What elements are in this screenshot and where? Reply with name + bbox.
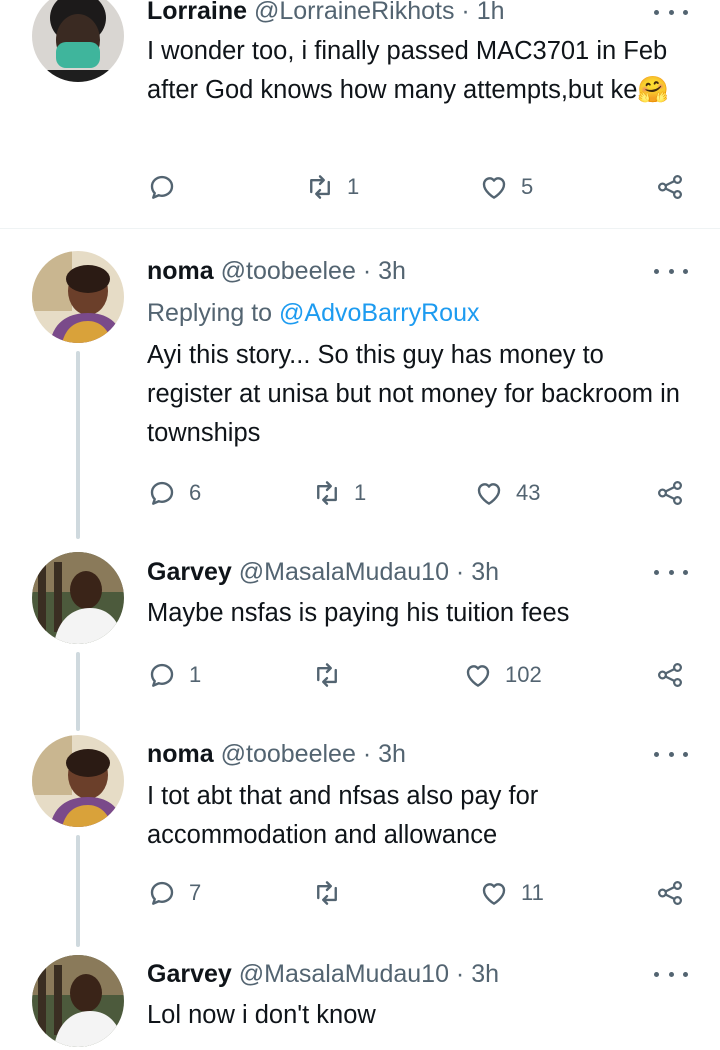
reply-button[interactable] (147, 170, 189, 204)
tweet-text: I tot abt that and nfsas also pay for ac… (147, 782, 539, 849)
reply-button[interactable]: 7 (147, 876, 201, 910)
timestamp[interactable]: 3h (471, 558, 499, 586)
share-button[interactable] (655, 476, 685, 510)
like-button[interactable]: 102 (463, 658, 542, 692)
tweet[interactable]: noma @toobeelee · 3h I tot abt that and … (0, 731, 720, 953)
like-button[interactable]: 11 (479, 876, 544, 910)
separator-dot: · (461, 0, 470, 25)
share-icon (657, 174, 683, 200)
timestamp[interactable]: 3h (471, 960, 499, 988)
tweet[interactable]: noma @toobeelee · 3h Replying to @AdvoBa… (0, 229, 720, 541)
user-handle[interactable]: @toobeelee (221, 740, 356, 768)
avatar[interactable] (32, 955, 124, 1047)
replying-to: Replying to @AdvoBarryRoux (147, 298, 479, 328)
user-handle[interactable]: @MasalaMudau10 (239, 960, 449, 988)
tweet-text: I wonder too, i finally passed MAC3701 i… (147, 37, 670, 104)
reply-icon (150, 481, 174, 505)
heart-icon (482, 177, 506, 199)
display-name[interactable]: noma (147, 740, 214, 768)
user-handle[interactable]: @LorraineRikhots (254, 0, 454, 25)
tweet-actions: 6 1 43 (147, 476, 692, 510)
reply-button[interactable]: 6 (147, 476, 201, 510)
display-name[interactable]: noma (147, 257, 214, 285)
more-options-icon[interactable] (654, 562, 688, 582)
retweet-button[interactable] (312, 658, 342, 692)
tweet-header: Garvey @MasalaMudau10 · 3h (147, 557, 499, 587)
like-count: 5 (521, 174, 534, 199)
timestamp[interactable]: 3h (378, 257, 406, 285)
retweet-button[interactable]: 1 (305, 170, 359, 204)
replying-to-label: Replying to (147, 299, 273, 327)
separator-dot: · (455, 558, 465, 586)
share-icon (657, 880, 683, 906)
tweet[interactable]: Lorraine @LorraineRikhots · 1h I wonder … (0, 0, 720, 228)
retweet-icon (317, 881, 337, 905)
avatar[interactable] (32, 552, 124, 644)
tweet-text: Ayi this story... So this guy has money … (147, 341, 680, 447)
share-button[interactable] (655, 170, 685, 204)
display-name[interactable]: Lorraine (147, 0, 247, 25)
share-icon (657, 662, 683, 688)
heart-icon (466, 665, 490, 687)
reply-count: 7 (189, 880, 202, 905)
separator-dot: · (362, 257, 372, 285)
tweet-actions: 1 5 (147, 170, 692, 204)
heart-icon (477, 483, 501, 505)
retweet-count: 1 (354, 480, 367, 505)
heart-icon (482, 883, 506, 905)
user-handle[interactable]: @MasalaMudau10 (239, 558, 449, 586)
retweet-icon (310, 175, 330, 199)
reply-button[interactable]: 1 (147, 658, 201, 692)
display-name[interactable]: Garvey (147, 960, 232, 988)
thread-line (76, 835, 80, 947)
tweet-header: Lorraine @LorraineRikhots · 1h (147, 0, 505, 26)
reply-count: 6 (189, 480, 202, 505)
timestamp[interactable]: 3h (378, 740, 406, 768)
share-icon (657, 480, 683, 506)
tweet-text: Lol now i don't know (147, 1001, 376, 1029)
tweet-header: noma @toobeelee · 3h (147, 256, 406, 286)
like-count: 102 (505, 662, 542, 687)
separator-dot: · (362, 740, 372, 768)
display-name[interactable]: Garvey (147, 558, 232, 586)
like-button[interactable]: 43 (474, 476, 540, 510)
reply-count: 1 (189, 662, 202, 687)
avatar[interactable] (32, 735, 124, 827)
like-button[interactable]: 5 (479, 170, 533, 204)
share-button[interactable] (655, 876, 685, 910)
tweet-text: Maybe nsfas is paying his tuition fees (147, 599, 570, 627)
timestamp[interactable]: 1h (477, 0, 505, 25)
reply-icon (150, 175, 174, 199)
retweet-count: 1 (347, 174, 360, 199)
like-count: 11 (521, 880, 544, 905)
retweet-button[interactable]: 1 (312, 476, 366, 510)
reply-icon (150, 881, 174, 905)
retweet-button[interactable] (312, 876, 342, 910)
avatar[interactable] (32, 251, 124, 343)
thread-line (76, 351, 80, 539)
more-options-icon[interactable] (654, 261, 688, 281)
tweet-actions: 1 102 (147, 658, 692, 692)
user-handle[interactable]: @toobeelee (221, 257, 356, 285)
retweet-icon (317, 481, 337, 505)
retweet-icon (317, 663, 337, 687)
more-options-icon[interactable] (654, 964, 688, 984)
tweet-actions: 7 11 (147, 876, 692, 910)
avatar[interactable] (32, 0, 124, 82)
reply-icon (150, 663, 174, 687)
tweet[interactable]: Garvey @MasalaMudau10 · 3h Lol now i don… (0, 953, 720, 1050)
separator-dot: · (455, 960, 465, 988)
share-button[interactable] (655, 658, 685, 692)
tweet-header: Garvey @MasalaMudau10 · 3h (147, 959, 499, 989)
tweet[interactable]: Garvey @MasalaMudau10 · 3h Maybe nsfas i… (0, 541, 720, 731)
more-options-icon[interactable] (654, 744, 688, 764)
mention-link[interactable]: @AdvoBarryRoux (279, 299, 479, 327)
more-options-icon[interactable] (654, 2, 688, 22)
like-count: 43 (516, 480, 541, 505)
thread-line (76, 652, 80, 731)
tweet-header: noma @toobeelee · 3h (147, 739, 406, 769)
